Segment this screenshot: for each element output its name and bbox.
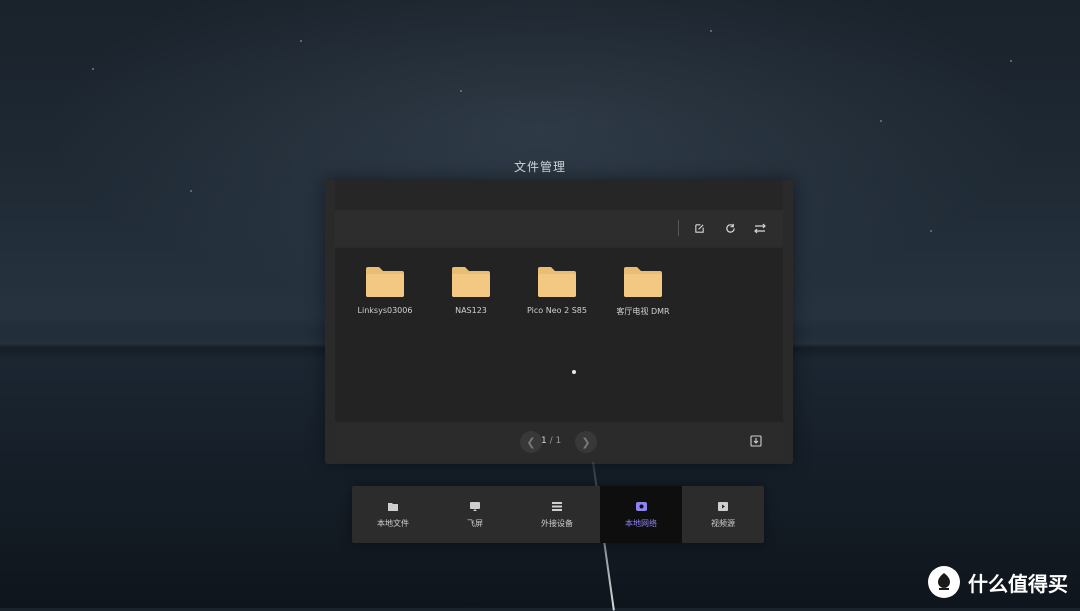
current-page: 1 (541, 436, 547, 446)
watermark-logo-icon (928, 566, 960, 598)
edit-icon (694, 223, 704, 233)
chevron-left-icon: ❮ (526, 435, 536, 449)
dock-item-video-source[interactable]: 视频源 (682, 486, 764, 543)
folder-icon (452, 267, 490, 297)
window-title: 文件管理 (513, 160, 566, 174)
dock-item-label: 外接设备 (541, 518, 573, 528)
network-icon (635, 501, 647, 513)
watermark: 什么值得买 (928, 566, 1068, 598)
star (1010, 60, 1012, 62)
dock-item-label: 本地文件 (377, 518, 409, 528)
dock-item-external-devices[interactable]: 外接设备 (516, 486, 598, 543)
panel-header (335, 180, 783, 210)
storage-icon (552, 501, 562, 513)
star (92, 68, 94, 70)
prev-page-button[interactable]: ❮ (520, 431, 542, 453)
toolbar-divider (678, 220, 679, 236)
folder-item[interactable]: NAS123 (429, 266, 513, 315)
chevron-right-icon: ❯ (581, 435, 591, 449)
edit-button[interactable] (687, 216, 711, 240)
dock-item-local-network[interactable]: 本地网络 (600, 486, 682, 543)
panel-footer: ❮ 1 / 1 ❯ (335, 424, 783, 460)
bottom-dock: 本地文件 飞屏 外接设备 本地网络 视频源 (352, 486, 764, 543)
folder-name: 客厅电视 DMR (616, 307, 670, 316)
star (880, 120, 882, 122)
folder-name: NAS123 (455, 306, 487, 315)
star (460, 90, 462, 92)
folder-item[interactable]: Pico Neo 2 S85 (515, 266, 599, 315)
dock-item-local-files[interactable]: 本地文件 (352, 486, 434, 543)
folder-icon (538, 267, 576, 297)
video-icon (718, 501, 728, 513)
dock-item-label: 本地网络 (625, 518, 657, 528)
cast-icon (470, 501, 480, 513)
star (300, 40, 302, 42)
folder-icon (624, 267, 662, 297)
total-pages: 1 (555, 436, 562, 446)
dock-item-label: 视频源 (711, 518, 735, 528)
star (710, 30, 712, 32)
star (930, 230, 932, 232)
folder-name: Pico Neo 2 S85 (527, 306, 587, 315)
folder-item[interactable]: 客厅电视 DMR (601, 266, 685, 317)
page-counter: 1 / 1 (541, 436, 561, 446)
folder-item[interactable]: Linksys03006 (343, 266, 427, 315)
folder-icon (366, 267, 404, 297)
import-icon (750, 435, 762, 447)
page-indicator-dot (572, 370, 576, 374)
dock-item-label: 飞屏 (467, 518, 483, 528)
watermark-text: 什么值得买 (968, 571, 1068, 596)
folder-grid: Linksys03006 NAS123 Pico Neo 2 S85 客厅电视 … (335, 248, 783, 422)
sort-button[interactable] (748, 216, 772, 240)
star (190, 190, 192, 192)
refresh-button[interactable] (718, 216, 742, 240)
import-button[interactable] (749, 434, 763, 448)
next-page-button[interactable]: ❯ (575, 431, 597, 453)
toolbar (335, 210, 783, 246)
folder-name: Linksys03006 (357, 306, 413, 315)
page-separator: / (549, 436, 553, 446)
refresh-icon (725, 223, 735, 233)
dock-item-cast[interactable]: 飞屏 (434, 486, 516, 543)
file-manager-panel: Linksys03006 NAS123 Pico Neo 2 S85 客厅电视 … (325, 180, 793, 464)
sort-icon (754, 223, 766, 233)
folder-icon (388, 501, 398, 513)
